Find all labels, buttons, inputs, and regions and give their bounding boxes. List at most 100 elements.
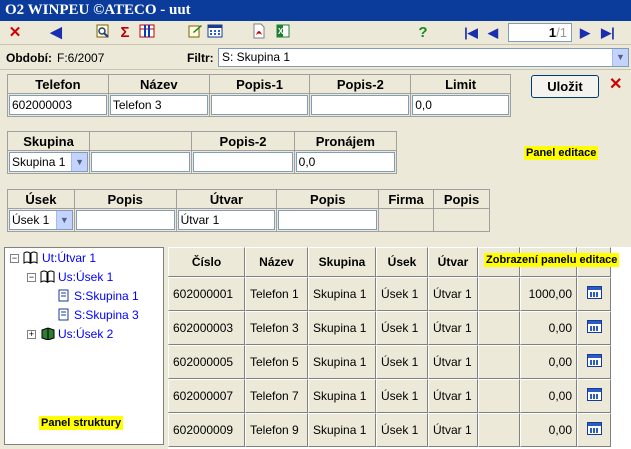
expand-icon[interactable]: + — [27, 330, 36, 339]
col-cislo[interactable]: Číslo — [168, 247, 245, 277]
header-popis-2-group: Popis-2 — [191, 131, 295, 151]
tree-item-skupina-1[interactable]: S:Skupina 1 — [74, 288, 139, 304]
cell-skupina[interactable]: Skupina 1 — [308, 277, 376, 311]
cell-extra-1[interactable] — [478, 379, 520, 413]
last-record-icon[interactable]: ▶| — [596, 23, 620, 42]
cell-utvar[interactable]: Útvar 1 — [428, 379, 478, 413]
chevron-down-icon[interactable]: ▼ — [55, 211, 72, 229]
cell-cislo[interactable]: 602000005 — [168, 345, 245, 379]
cell-extra-1[interactable] — [478, 277, 520, 311]
cell-limit[interactable]: 0,00 — [520, 379, 577, 413]
cell-utvar[interactable]: Útvar 1 — [428, 277, 478, 311]
excel-icon[interactable]: X — [274, 23, 292, 42]
telefon-input[interactable]: 602000003 — [9, 95, 107, 115]
calendar-grid-icon[interactable] — [206, 23, 224, 42]
header-skupina: Skupina — [6, 131, 91, 151]
cell-usek[interactable]: Úsek 1 — [376, 413, 428, 447]
cell-usek[interactable]: Úsek 1 — [376, 277, 428, 311]
tree-item-utvar-1[interactable]: Ut:Útvar 1 — [42, 250, 96, 266]
cell-nazev[interactable]: Telefon 7 — [245, 379, 308, 413]
filter-select[interactable]: S: Skupina 1 ▼ — [218, 48, 629, 67]
chevron-down-icon[interactable]: ▼ — [612, 49, 628, 66]
popis-1-input[interactable] — [210, 95, 309, 115]
limit-input[interactable]: 0,0 — [412, 95, 509, 115]
group-popis-2-input[interactable] — [193, 152, 293, 172]
calendar-grid-icon[interactable] — [586, 354, 602, 367]
cell-nazev[interactable]: Telefon 9 — [245, 413, 308, 447]
table-row[interactable]: 602000009 Telefon 9 Skupina 1 Úsek 1 Útvar 1… — [168, 413, 611, 447]
cell-nazev[interactable]: Telefon 3 — [245, 311, 308, 345]
table-row[interactable]: 602000003 Telefon 3 Skupina 1 Úsek 1 Útvar 1… — [168, 311, 611, 345]
header-telefon: Telefon — [7, 74, 109, 94]
table-row[interactable]: 602000007 Telefon 7 Skupina 1 Úsek 1 Útvar 1… — [168, 379, 611, 413]
table-row[interactable]: 602000001 Telefon 1 Skupina 1 Úsek 1 Útvar 1… — [168, 277, 611, 311]
nazev-input[interactable]: Telefon 3 — [109, 95, 208, 115]
cell-extra-1[interactable] — [478, 345, 520, 379]
cell-cislo[interactable]: 602000009 — [168, 413, 245, 447]
tree-item-skupina-3[interactable]: S:Skupina 3 — [74, 307, 139, 323]
window-title: O2 WINPEU ©ATECO - uut — [5, 2, 191, 18]
skupina-popis-input[interactable] — [91, 152, 191, 172]
page-indicator[interactable]: 1/1 — [508, 23, 572, 42]
export-table-icon[interactable] — [138, 23, 156, 42]
chevron-down-icon[interactable]: ▼ — [71, 153, 88, 171]
col-nazev[interactable]: Název — [245, 247, 308, 277]
cell-limit[interactable]: 0,00 — [520, 345, 577, 379]
sum-icon[interactable]: Σ — [118, 23, 132, 42]
cell-limit[interactable]: 0,00 — [520, 413, 577, 447]
header-firma: Firma — [378, 189, 435, 209]
pdf-icon[interactable] — [250, 23, 268, 42]
close-icon[interactable]: ✕ — [6, 23, 24, 42]
cell-skupina[interactable]: Skupina 1 — [308, 379, 376, 413]
find-record-icon[interactable] — [94, 23, 112, 42]
header-popis-1: Popis-1 — [208, 74, 311, 94]
usek-select[interactable]: Úsek 1 ▼ — [9, 210, 73, 230]
back-arrow-icon[interactable]: ◀ — [46, 23, 66, 42]
utvar-popis-input[interactable] — [278, 210, 378, 230]
cell-limit[interactable]: 0,00 — [520, 311, 577, 345]
pronajem-input[interactable]: 0,0 — [295, 152, 395, 172]
cell-utvar[interactable]: Útvar 1 — [428, 311, 478, 345]
calendar-grid-icon[interactable] — [586, 422, 602, 435]
cell-usek[interactable]: Úsek 1 — [376, 311, 428, 345]
cell-extra-1[interactable] — [478, 413, 520, 447]
col-usek[interactable]: Úsek — [376, 247, 428, 277]
firma-cell — [378, 208, 435, 232]
cell-usek[interactable]: Úsek 1 — [376, 345, 428, 379]
prev-record-icon[interactable]: ◀ — [484, 23, 502, 42]
help-icon[interactable]: ? — [416, 23, 430, 42]
cell-extra-1[interactable] — [478, 311, 520, 345]
cell-limit[interactable]: 1000,00 — [520, 277, 577, 311]
calendar-grid-icon[interactable] — [586, 286, 602, 299]
tree-item-usek-1[interactable]: Us:Úsek 1 — [58, 269, 113, 285]
cell-nazev[interactable]: Telefon 5 — [245, 345, 308, 379]
cell-skupina[interactable]: Skupina 1 — [308, 311, 376, 345]
col-skupina[interactable]: Skupina — [308, 247, 376, 277]
col-utvar[interactable]: Útvar — [428, 247, 478, 277]
cell-utvar[interactable]: Útvar 1 — [428, 345, 478, 379]
collapse-icon[interactable]: − — [10, 254, 19, 263]
cell-cislo[interactable]: 602000003 — [168, 311, 245, 345]
cell-skupina[interactable]: Skupina 1 — [308, 413, 376, 447]
close-panel-icon[interactable]: ✕ — [609, 76, 622, 94]
edit-document-icon[interactable] — [186, 23, 204, 42]
calendar-grid-icon[interactable] — [586, 388, 602, 401]
cell-nazev[interactable]: Telefon 1 — [245, 277, 308, 311]
save-button[interactable]: Uložit — [531, 75, 599, 98]
first-record-icon[interactable]: |◀ — [460, 23, 482, 42]
cell-skupina[interactable]: Skupina 1 — [308, 345, 376, 379]
utvar-input[interactable]: Útvar 1 — [177, 210, 276, 230]
usek-popis-input[interactable] — [75, 210, 175, 230]
table-row[interactable]: 602000005 Telefon 5 Skupina 1 Úsek 1 Útvar 1… — [168, 345, 611, 379]
skupina-select[interactable]: Skupina 1 ▼ — [9, 152, 89, 172]
page-total: /1 — [556, 25, 567, 40]
cell-utvar[interactable]: Útvar 1 — [428, 413, 478, 447]
cell-usek[interactable]: Úsek 1 — [376, 379, 428, 413]
cell-cislo[interactable]: 602000007 — [168, 379, 245, 413]
collapse-icon[interactable]: − — [27, 273, 36, 282]
calendar-grid-icon[interactable] — [586, 320, 602, 333]
cell-cislo[interactable]: 602000001 — [168, 277, 245, 311]
tree-item-usek-2[interactable]: Us:Úsek 2 — [58, 326, 113, 342]
next-record-icon[interactable]: ▶ — [576, 23, 594, 42]
popis-2-input[interactable] — [311, 95, 410, 115]
